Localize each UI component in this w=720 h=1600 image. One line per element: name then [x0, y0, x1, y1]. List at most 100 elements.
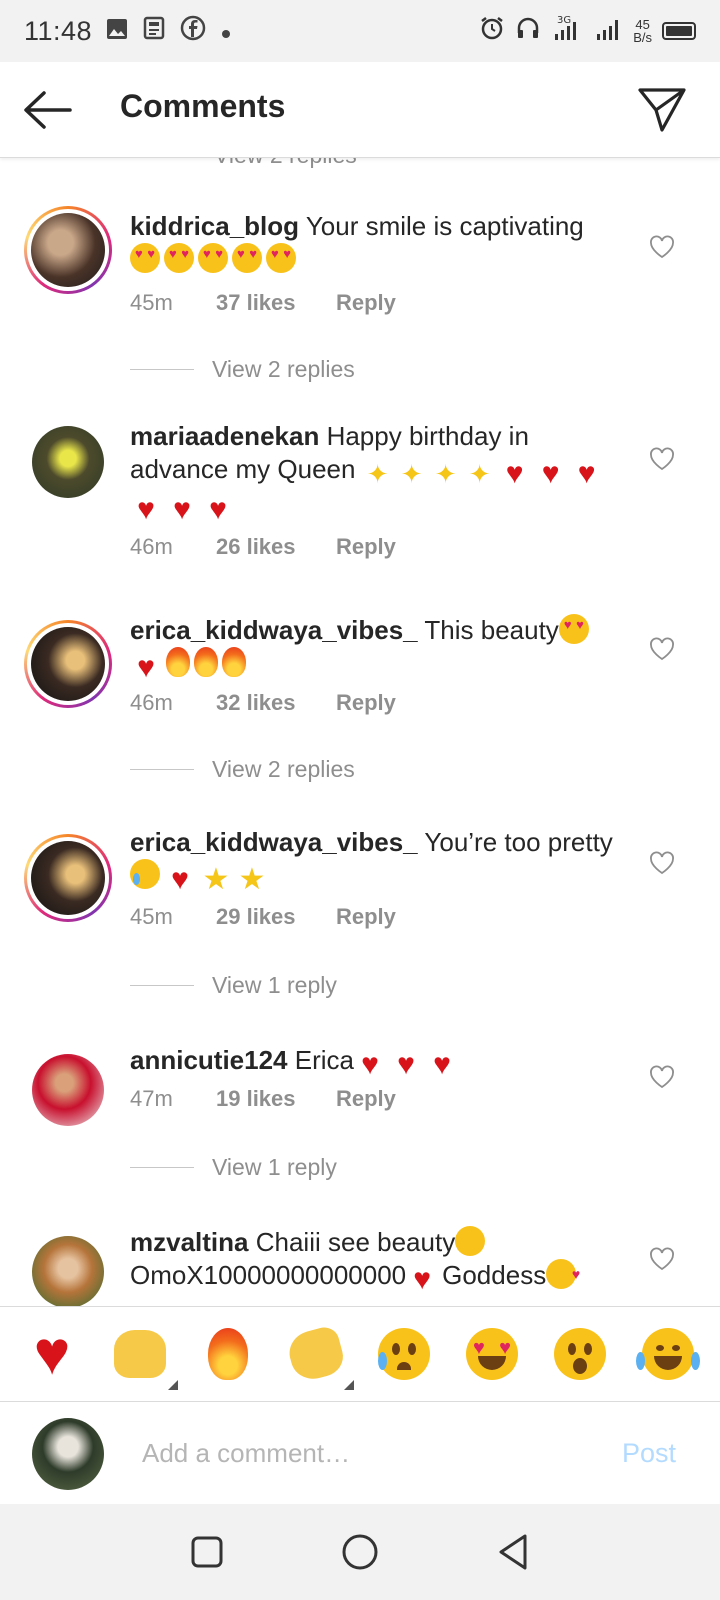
comment-username[interactable]: mzvaltina: [130, 1227, 249, 1257]
comment-body: You’re too pretty: [424, 827, 613, 857]
likes-count[interactable]: 19 likes: [216, 1086, 336, 1112]
heart-eyes-emoji-icon: [164, 243, 194, 273]
divider-line: [130, 985, 194, 986]
comment-text: erica_kiddwaya_vibes_ You’re too pretty …: [130, 826, 620, 895]
heart-eyes-emoji-icon: [232, 243, 262, 273]
crying-face-emoji-button[interactable]: [376, 1326, 432, 1382]
heart-eyes-emoji-icon: [198, 243, 228, 273]
comment-text: annicutie124 Erica ♥ ♥ ♥: [130, 1044, 620, 1080]
home-button[interactable]: [336, 1528, 384, 1576]
red-heart-emoji-icon: ♥: [541, 457, 560, 490]
view-replies-link[interactable]: View 1 reply: [130, 972, 337, 999]
comment-text: kiddrica_blog Your smile is captivating: [130, 210, 620, 276]
emoji-group: ♥ ★ ★: [130, 859, 272, 895]
heart-eyes-emoji-icon: [558, 614, 589, 644]
comment-username[interactable]: kiddrica_blog: [130, 211, 299, 241]
heart-outline-icon: [650, 1247, 674, 1271]
star-emoji-icon: ★: [202, 863, 230, 896]
like-button[interactable]: [648, 446, 676, 472]
battery-icon: [662, 22, 696, 40]
red-heart-emoji-icon: ♥: [137, 493, 155, 526]
like-button[interactable]: [648, 1246, 676, 1272]
fire-emoji-icon: [194, 647, 218, 677]
status-time: 11:48: [24, 15, 93, 46]
comment-input[interactable]: [142, 1428, 582, 1478]
comment-meta: 45m 29 likes Reply: [130, 904, 396, 930]
view-replies-label: View 2 replies: [212, 756, 355, 782]
sparkles-emoji-icon: ✦: [468, 459, 491, 489]
view-replies-link[interactable]: View 2 replies: [214, 158, 357, 169]
reply-button[interactable]: Reply: [336, 290, 396, 316]
red-heart-emoji-icon: ♥: [361, 1048, 379, 1081]
reply-button[interactable]: Reply: [336, 534, 396, 560]
comment-username[interactable]: mariaadenekan: [130, 421, 319, 451]
heart-eyes-icon: ♥ ♥: [466, 1328, 518, 1380]
system-back-button[interactable]: [489, 1528, 537, 1576]
red-heart-emoji-button[interactable]: ♥: [24, 1323, 80, 1385]
comment-time: 46m: [130, 534, 173, 559]
like-button[interactable]: [648, 850, 676, 876]
comment-username[interactable]: annicutie124: [130, 1045, 288, 1075]
comment-time: 45m: [130, 904, 173, 929]
red-heart-emoji-icon: ♥: [433, 1048, 451, 1081]
avatar[interactable]: [24, 206, 112, 294]
red-heart-emoji-icon: ♥: [505, 457, 524, 490]
avatar[interactable]: [24, 620, 112, 708]
heart-eyes-emoji-icon: [130, 243, 160, 273]
paper-plane-icon: [638, 88, 686, 132]
like-button[interactable]: [648, 1064, 676, 1090]
recent-apps-button[interactable]: [183, 1528, 231, 1576]
back-icon: [499, 1534, 527, 1570]
avatar[interactable]: [32, 426, 104, 498]
comment-username[interactable]: erica_kiddwaya_vibes_: [130, 827, 418, 857]
view-replies-link[interactable]: View 1 reply: [130, 1154, 337, 1181]
add-comment-row: Post: [0, 1402, 720, 1504]
raising-hands-emoji-button[interactable]: [112, 1326, 178, 1390]
variant-indicator-icon: [344, 1380, 354, 1390]
alarm-icon: [479, 15, 505, 47]
sparkles-emoji-icon: ✦: [434, 459, 457, 489]
view-replies-link[interactable]: View 2 replies: [130, 756, 355, 783]
likes-count[interactable]: 29 likes: [216, 904, 336, 930]
heart-eyes-emoji-button[interactable]: ♥ ♥: [464, 1326, 520, 1382]
like-button[interactable]: [648, 636, 676, 662]
comment-time: 45m: [130, 290, 173, 315]
fire-emoji-button[interactable]: [200, 1326, 256, 1382]
share-button[interactable]: [636, 84, 688, 136]
comment-body-line-3: Goddess: [442, 1260, 547, 1290]
likes-count[interactable]: 37 likes: [216, 290, 336, 316]
weary-face-emoji-icon: [455, 1226, 486, 1256]
view-replies-label: View 1 reply: [212, 972, 337, 998]
astonished-face-emoji-button[interactable]: [552, 1326, 608, 1382]
net-speed: 45 B/s: [633, 18, 652, 44]
tears-of-joy-emoji-button[interactable]: [636, 1326, 700, 1382]
reply-button[interactable]: Reply: [336, 904, 396, 930]
likes-count[interactable]: 32 likes: [216, 690, 336, 716]
comment-meta: 46m 26 likes Reply: [130, 534, 396, 560]
comment-username[interactable]: erica_kiddwaya_vibes_: [130, 615, 418, 645]
comments-list[interactable]: View 2 replies kiddrica_blog Your smile …: [0, 158, 720, 1306]
reply-button[interactable]: Reply: [336, 690, 396, 716]
likes-count[interactable]: 26 likes: [216, 534, 336, 560]
headphones-icon: [515, 15, 541, 47]
sparkles-emoji-icon: ✦: [400, 459, 423, 489]
reply-button[interactable]: Reply: [336, 1086, 396, 1112]
view-replies-link[interactable]: View 2 replies: [130, 356, 355, 383]
comment-meta: 47m 19 likes Reply: [130, 1086, 396, 1112]
clapping-hands-emoji-button[interactable]: [284, 1324, 354, 1390]
avatar[interactable]: [24, 834, 112, 922]
signal-icon: 3G: [551, 14, 585, 48]
avatar[interactable]: [32, 1236, 104, 1306]
comment-text: mariaadenekan Happy birthday in advance …: [130, 420, 620, 525]
page-title: Comments: [120, 88, 286, 124]
status-left: 11:48: [24, 15, 232, 48]
avatar[interactable]: [32, 1054, 104, 1126]
heart-outline-icon: [650, 235, 674, 259]
back-button[interactable]: [20, 84, 76, 136]
emoji-group: ♥: [130, 647, 250, 683]
astonished-face-icon: [554, 1328, 606, 1380]
like-button[interactable]: [648, 234, 676, 260]
post-button[interactable]: Post: [622, 1438, 676, 1469]
comment-body: Erica: [294, 1045, 354, 1075]
comment-body: This beauty: [424, 615, 559, 645]
